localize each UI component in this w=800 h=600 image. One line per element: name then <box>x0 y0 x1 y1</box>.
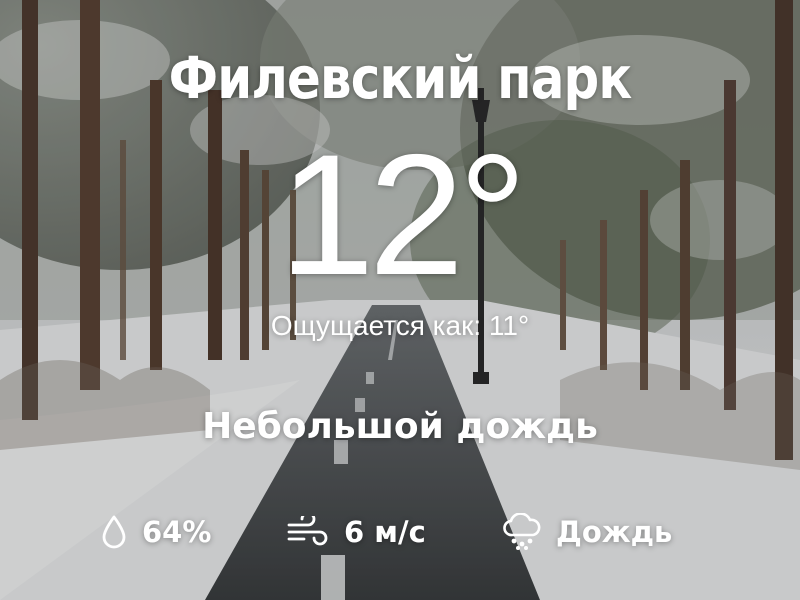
precipitation-value: Дождь <box>556 515 673 549</box>
humidity-stat: 64% <box>100 512 211 552</box>
temperature-value: 12° <box>278 119 527 311</box>
wind-icon <box>286 516 330 548</box>
wind-value: 6 м/с <box>344 515 426 549</box>
location-title: Филевский парк <box>168 44 633 112</box>
weather-widget: Филевский парк 12° Ощущается как: 11° Не… <box>0 0 800 600</box>
precipitation-stat: Дождь <box>502 512 672 552</box>
humidity-value: 64% <box>142 515 212 549</box>
condition-text: Небольшой дождь <box>202 406 598 447</box>
water-drop-icon <box>100 514 128 550</box>
rain-cloud-icon <box>502 513 542 551</box>
feels-like-text: Ощущается как: 11° <box>270 310 530 341</box>
wind-stat: 6 м/с <box>286 512 426 552</box>
